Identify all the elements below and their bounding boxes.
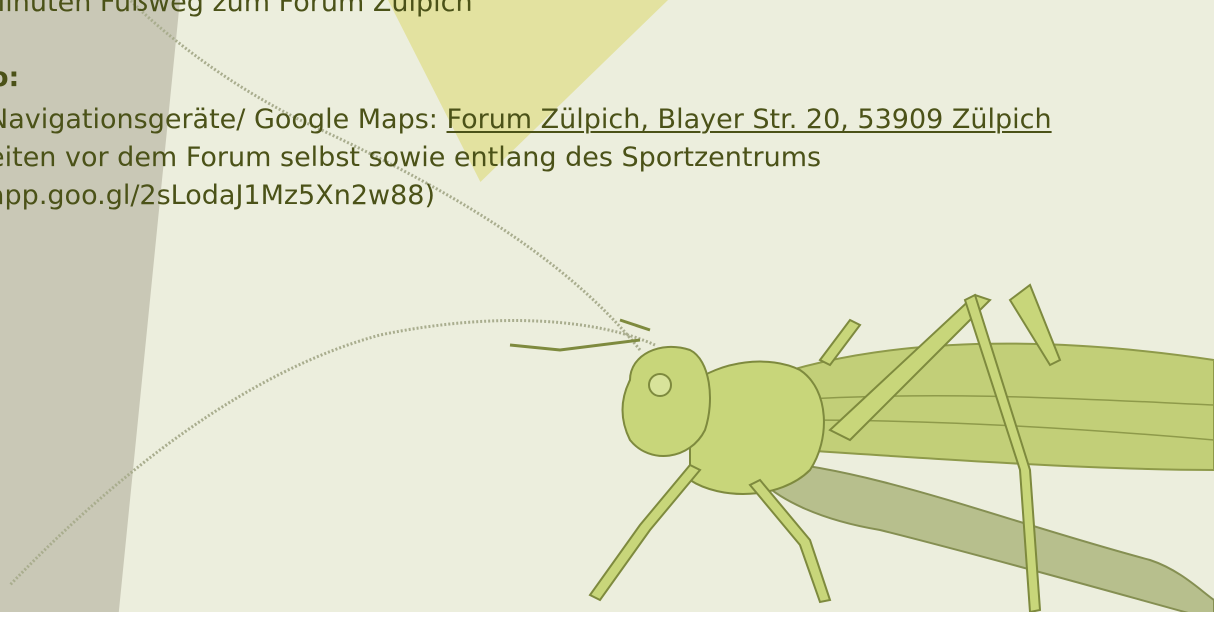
page: Minuten Fußweg zum Forum Zülpich o: Navi… — [0, 0, 1214, 639]
content-panel: Minuten Fußweg zum Forum Zülpich o: Navi… — [0, 0, 1214, 612]
bottom-strip — [0, 612, 1214, 639]
grasshopper-illustration — [8, 0, 1214, 612]
car-heading: o: — [0, 62, 20, 93]
map-link-line: app.goo.gl/2sLodaJ1Mz5Xn2w88) — [0, 180, 435, 211]
parking-line: eiten vor dem Forum selbst sowie entlang… — [0, 142, 822, 173]
address-link[interactable]: Forum Zülpich, Blayer Str. 20, 53909 Zül… — [447, 104, 1052, 135]
navigation-line: Navigationsgeräte/ Google Maps: Forum Zü… — [0, 101, 1052, 138]
walk-line: Minuten Fußweg zum Forum Zülpich — [0, 0, 473, 18]
navigation-prefix: Navigationsgeräte/ Google Maps: — [0, 104, 447, 135]
